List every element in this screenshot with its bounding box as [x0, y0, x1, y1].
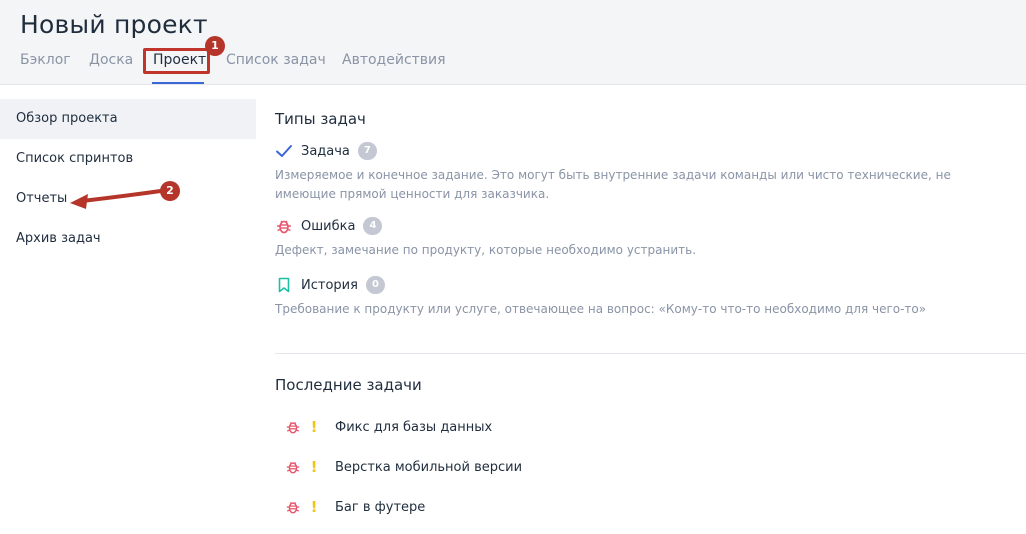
recent-task-item[interactable]: ! Верстка мобильной версии	[285, 457, 522, 477]
sidebar-item-sprints[interactable]: Список спринтов	[0, 139, 256, 179]
recent-task-name: Баг в футере	[335, 499, 426, 515]
priority-high-icon: !	[310, 418, 318, 436]
priority-high-icon: !	[310, 498, 318, 516]
active-tab-underline	[152, 82, 204, 84]
tab-automations[interactable]: Автодействия	[342, 52, 446, 68]
recent-tasks-title: Последние задачи	[275, 376, 422, 394]
recent-task-item[interactable]: ! Баг в футере	[285, 497, 425, 517]
annotation-highlight-box	[143, 48, 210, 74]
recent-task-name: Верстка мобильной версии	[335, 459, 523, 475]
tab-backlog[interactable]: Бэклог	[20, 52, 71, 68]
bug-icon	[277, 220, 291, 234]
task-type-name: Ошибка	[301, 218, 356, 234]
annotation-marker-1: 1	[205, 36, 225, 56]
recent-task-name: Фикс для базы данных	[335, 419, 493, 435]
tab-task-list[interactable]: Список задач	[226, 52, 326, 68]
main-content: Типы задач Задача 7 Измеряемое и конечно…	[275, 85, 1026, 534]
check-icon	[276, 145, 292, 157]
task-type-count: 7	[357, 142, 377, 160]
task-type-count: 4	[363, 217, 383, 235]
bug-icon	[286, 462, 300, 474]
priority-high-icon: !	[310, 458, 318, 476]
tab-board[interactable]: Доска	[89, 52, 133, 68]
task-type-task: Задача 7	[275, 141, 377, 161]
sidebar-item-overview[interactable]: Обзор проекта	[0, 99, 256, 139]
task-type-name: Задача	[301, 143, 350, 159]
task-type-description: Требование к продукту или услуге, отвеча…	[275, 302, 927, 316]
sidebar-item-archive[interactable]: Архив задач	[0, 219, 256, 259]
sidebar-item-reports[interactable]: Отчеты	[0, 179, 256, 219]
task-type-description: Измеряемое и конечное задание. Это могут…	[275, 168, 951, 201]
task-types-title: Типы задач	[275, 110, 366, 128]
bug-icon	[286, 502, 300, 514]
bug-icon	[286, 422, 300, 434]
section-divider	[275, 353, 1026, 354]
recent-task-item[interactable]: ! Фикс для базы данных	[285, 417, 492, 437]
task-type-story: История 0	[275, 275, 385, 295]
page-title: Новый проект	[20, 10, 208, 39]
task-type-count: 0	[365, 276, 385, 294]
annotation-marker-2: 2	[160, 181, 180, 201]
task-type-description: Дефект, замечание по продукту, которые н…	[275, 243, 697, 257]
sidebar: Обзор проекта Список спринтов Отчеты Арх…	[0, 85, 256, 534]
task-type-name: История	[301, 277, 358, 293]
bookmark-icon	[278, 277, 290, 293]
task-type-bug: Ошибка 4	[275, 216, 383, 236]
